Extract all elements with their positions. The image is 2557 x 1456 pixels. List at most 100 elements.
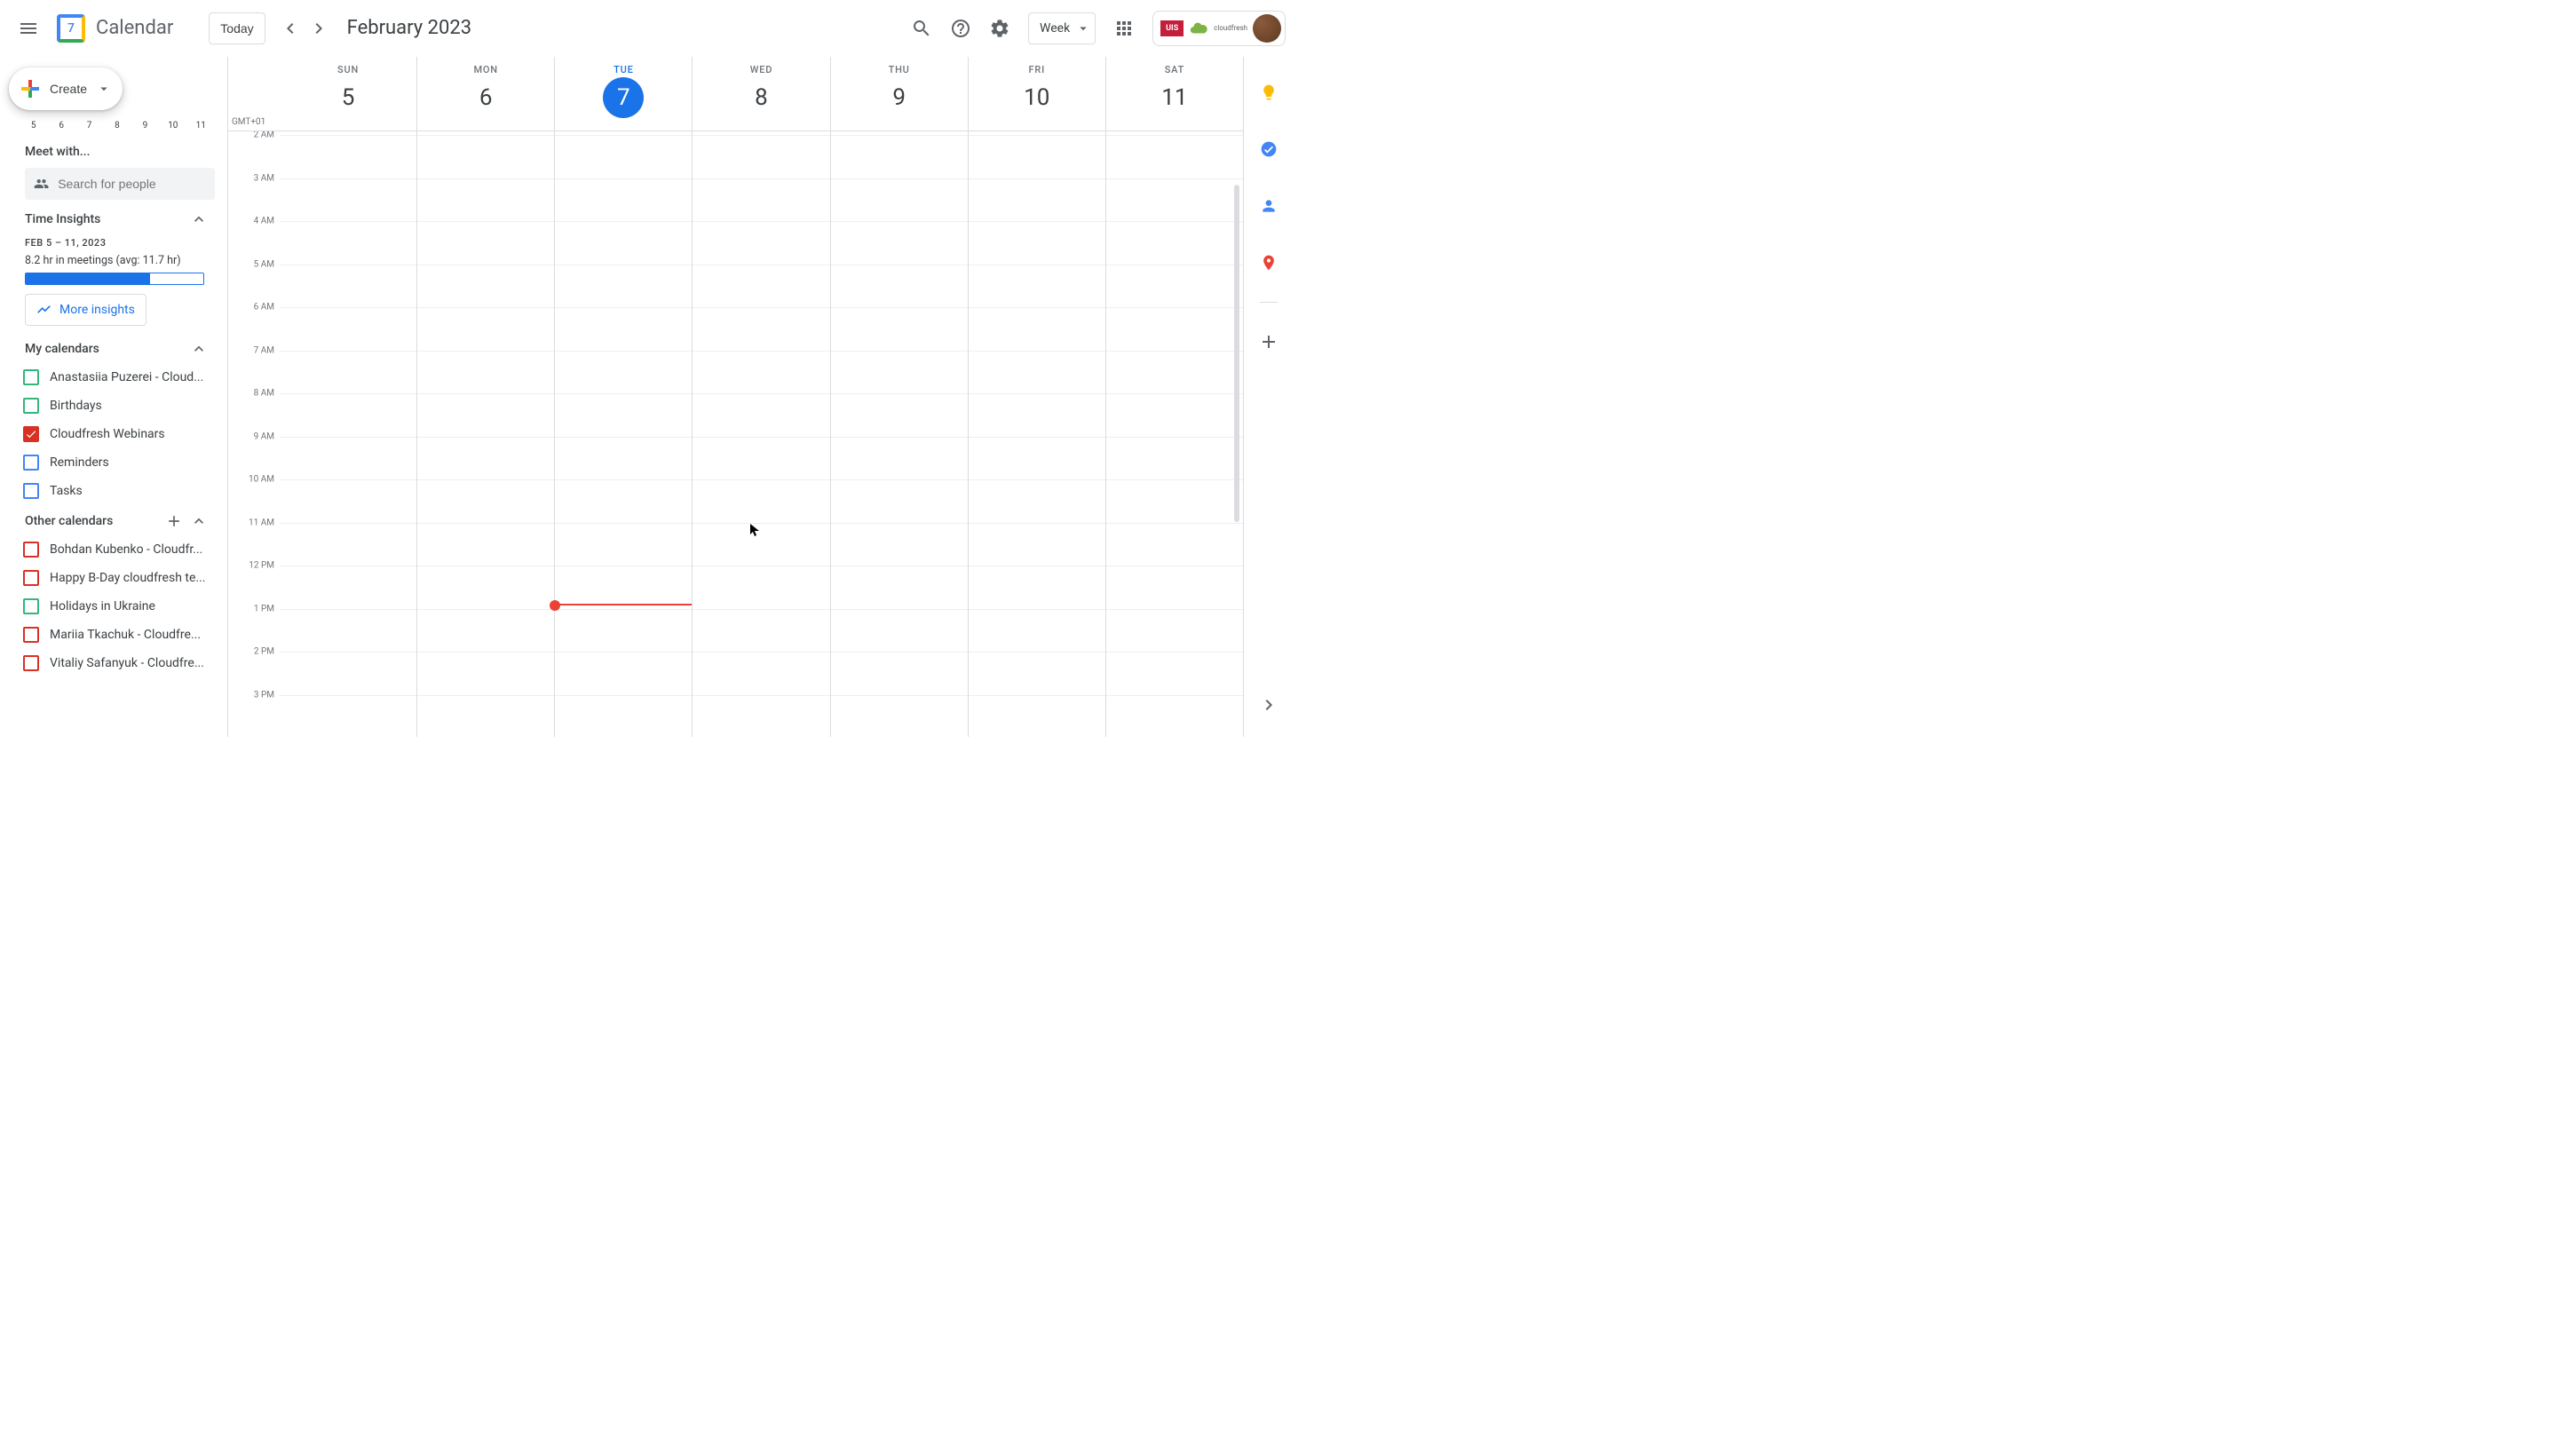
day-header[interactable]: SAT11 bbox=[1105, 57, 1243, 131]
apps-grid-icon bbox=[1113, 18, 1135, 39]
my-calendars-header[interactable]: My calendars bbox=[0, 333, 227, 363]
calendar-item[interactable]: Anastasiia Puzerei - Cloud... bbox=[23, 363, 215, 392]
scrollbar[interactable] bbox=[1232, 131, 1241, 737]
calendar-item[interactable]: Birthdays bbox=[23, 392, 215, 420]
calendar-checkbox[interactable] bbox=[23, 598, 39, 614]
day-number[interactable]: 5 bbox=[328, 77, 368, 118]
time-insights-header[interactable]: Time Insights bbox=[0, 203, 227, 233]
caret-down-icon bbox=[1075, 20, 1091, 36]
calendar-item[interactable]: Reminders bbox=[23, 448, 215, 477]
mini-day[interactable]: 11 bbox=[190, 121, 211, 131]
cloud-icon bbox=[1189, 19, 1208, 38]
hour-line bbox=[693, 307, 829, 308]
hour-line bbox=[831, 178, 968, 179]
hour-line bbox=[417, 695, 554, 696]
other-calendars-list: Bohdan Kubenko - Cloudfr... Happy B-Day c… bbox=[0, 535, 227, 677]
mini-day[interactable]: 6 bbox=[51, 121, 72, 131]
day-number[interactable]: 6 bbox=[465, 77, 506, 118]
calendar-checkbox[interactable] bbox=[23, 369, 39, 385]
calendar-checkbox[interactable] bbox=[23, 570, 39, 586]
other-calendars-header[interactable]: Other calendars bbox=[0, 505, 227, 535]
account-switcher[interactable]: UIS cloudfresh bbox=[1152, 11, 1286, 46]
time-insights-fill bbox=[26, 273, 150, 284]
day-column[interactable] bbox=[280, 131, 416, 737]
day-column[interactable] bbox=[968, 131, 1105, 737]
more-insights-button[interactable]: More insights bbox=[25, 294, 146, 326]
today-button[interactable]: Today bbox=[209, 12, 265, 44]
calendar-label: Bohdan Kubenko - Cloudfr... bbox=[50, 542, 202, 557]
hour-line bbox=[831, 652, 968, 653]
calendar-logo-icon: 7 bbox=[53, 11, 89, 46]
day-header[interactable]: WED 8 bbox=[692, 57, 829, 131]
day-column[interactable] bbox=[692, 131, 829, 737]
day-header[interactable]: FRI10 bbox=[968, 57, 1105, 131]
hour-line bbox=[555, 351, 692, 352]
day-column[interactable] bbox=[1105, 131, 1243, 737]
view-switcher[interactable]: Week bbox=[1028, 12, 1096, 44]
calendar-item[interactable]: Happy B-Day cloudfresh te... bbox=[23, 564, 215, 592]
calendar-checkbox[interactable] bbox=[23, 655, 39, 671]
add-addon-button[interactable] bbox=[1251, 324, 1286, 360]
support-button[interactable] bbox=[943, 11, 978, 46]
day-header[interactable]: THU9 bbox=[830, 57, 968, 131]
hour-line bbox=[693, 479, 829, 480]
contacts-app-button[interactable] bbox=[1251, 188, 1286, 224]
day-number[interactable]: 8 bbox=[740, 77, 781, 118]
calendar-checkbox[interactable] bbox=[23, 627, 39, 643]
tasks-app-button[interactable] bbox=[1251, 131, 1286, 167]
grid-columns[interactable] bbox=[280, 131, 1243, 737]
mini-day[interactable]: 5 bbox=[23, 121, 44, 131]
hour-line bbox=[1106, 695, 1243, 696]
day-number[interactable]: 10 bbox=[1017, 77, 1057, 118]
day-number[interactable]: 11 bbox=[1154, 77, 1195, 118]
app-logo[interactable]: 7 Calendar bbox=[50, 11, 173, 46]
day-number[interactable]: 7 bbox=[603, 77, 644, 118]
calendar-checkbox[interactable] bbox=[23, 426, 39, 442]
mini-day[interactable]: 8 bbox=[107, 121, 128, 131]
calendar-item[interactable]: Tasks bbox=[23, 477, 215, 505]
calendar-label: Tasks bbox=[50, 484, 83, 498]
calendar-checkbox[interactable] bbox=[23, 483, 39, 499]
main-menu-button[interactable] bbox=[7, 7, 50, 50]
day-number[interactable]: 9 bbox=[879, 77, 920, 118]
day-column[interactable] bbox=[554, 131, 692, 737]
calendar-grid: GMT+01 SUN5MON6TUE7WED8THU9FRI10SAT11 2 … bbox=[227, 57, 1243, 737]
hour-line bbox=[555, 523, 692, 524]
scrollbar-thumb[interactable] bbox=[1234, 185, 1239, 522]
prev-period-button[interactable] bbox=[276, 14, 305, 43]
search-people[interactable] bbox=[25, 168, 215, 200]
calendar-label: Mariia Tkachuk - Cloudfre... bbox=[50, 628, 201, 642]
maps-app-button[interactable] bbox=[1251, 245, 1286, 281]
calendar-checkbox[interactable] bbox=[23, 398, 39, 414]
search-people-input[interactable] bbox=[58, 177, 206, 191]
hide-side-panel-button[interactable] bbox=[1251, 687, 1286, 723]
calendar-item[interactable]: Bohdan Kubenko - Cloudfr... bbox=[23, 535, 215, 564]
calendar-checkbox[interactable] bbox=[23, 455, 39, 471]
hour-line bbox=[280, 178, 416, 179]
day-of-week: WED bbox=[693, 64, 829, 75]
hour-line bbox=[1106, 178, 1243, 179]
day-header[interactable]: MON6 bbox=[416, 57, 554, 131]
calendar-item[interactable]: Vitaliy Safanyuk - Cloudfre... bbox=[23, 649, 215, 677]
add-icon[interactable] bbox=[165, 512, 183, 530]
google-apps-button[interactable] bbox=[1106, 11, 1142, 46]
calendar-item[interactable]: Mariia Tkachuk - Cloudfre... bbox=[23, 621, 215, 649]
settings-button[interactable] bbox=[982, 11, 1017, 46]
day-header[interactable]: SUN5 bbox=[280, 57, 416, 131]
mini-day[interactable]: 10 bbox=[162, 121, 184, 131]
mini-day[interactable]: 7 bbox=[79, 121, 100, 131]
search-button[interactable] bbox=[904, 11, 939, 46]
now-indicator bbox=[555, 604, 692, 605]
calendar-item[interactable]: Holidays in Ukraine bbox=[23, 592, 215, 621]
calendar-item[interactable]: Cloudfresh Webinars bbox=[23, 420, 215, 448]
day-column[interactable] bbox=[416, 131, 554, 737]
calendar-checkbox[interactable] bbox=[23, 542, 39, 558]
hour-line bbox=[280, 695, 416, 696]
day-column[interactable] bbox=[830, 131, 968, 737]
keep-app-button[interactable] bbox=[1251, 75, 1286, 110]
people-icon bbox=[34, 175, 49, 193]
create-button[interactable]: Create bbox=[9, 67, 123, 110]
next-period-button[interactable] bbox=[305, 14, 333, 43]
day-header[interactable]: TUE7 bbox=[554, 57, 692, 131]
mini-day[interactable]: 9 bbox=[134, 121, 155, 131]
